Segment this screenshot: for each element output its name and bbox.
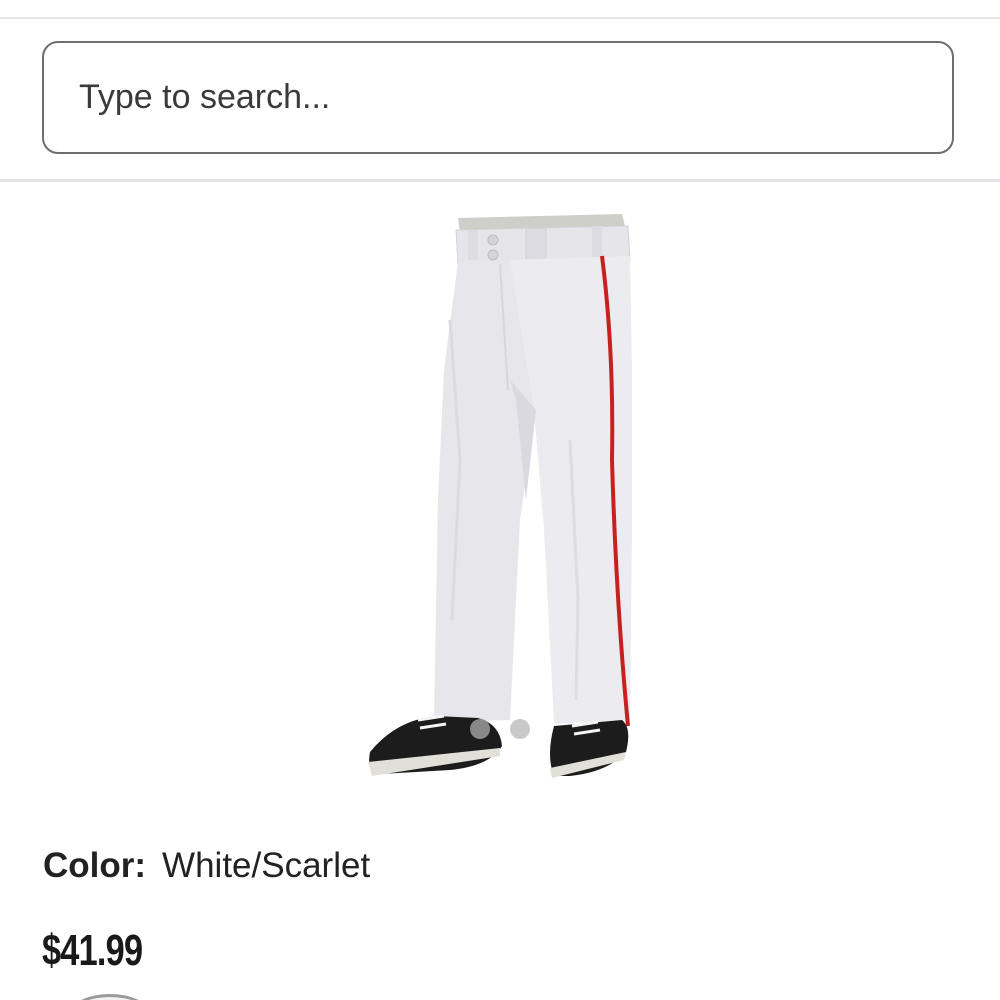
header-divider [0,179,1000,182]
product-page: Color: White/Scarlet $41.99 [0,0,1000,1000]
color-value: White/Scarlet [162,846,371,885]
carousel-dot-2[interactable] [510,719,530,739]
product-image[interactable] [340,200,660,790]
carousel-dot-1[interactable] [470,719,490,739]
color-label: Color: [43,846,147,885]
top-divider [0,17,1000,19]
color-selection: Color: White/Scarlet [43,846,370,886]
carousel-dots [470,719,530,739]
search-box[interactable] [42,41,954,154]
product-price: $41.99 [42,926,143,975]
search-input[interactable] [77,77,921,118]
color-swatch[interactable] [70,994,150,1000]
